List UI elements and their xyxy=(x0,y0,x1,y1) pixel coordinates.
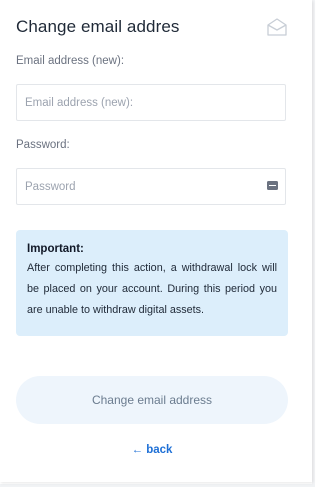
password-manager-key-icon[interactable] xyxy=(267,181,278,190)
important-notice: Important: After completing this action,… xyxy=(16,230,288,336)
scrollbar-track xyxy=(312,0,315,487)
password-field[interactable] xyxy=(25,169,255,204)
envelope-open-icon xyxy=(267,18,287,36)
email-label: Email address (new): xyxy=(16,55,125,67)
notice-body: After completing this action, a withdraw… xyxy=(27,262,277,316)
page-title: Change email addres xyxy=(16,17,180,36)
email-field[interactable] xyxy=(25,85,255,120)
change-email-button[interactable]: Change email address xyxy=(16,376,288,424)
email-field-box xyxy=(16,84,286,121)
back-link[interactable]: ← back xyxy=(0,444,304,456)
password-field-box xyxy=(16,168,286,205)
notice-title: Important: xyxy=(27,243,84,255)
password-label: Password: xyxy=(16,139,70,151)
change-email-card: Change email addres Email address (new):… xyxy=(0,0,312,482)
